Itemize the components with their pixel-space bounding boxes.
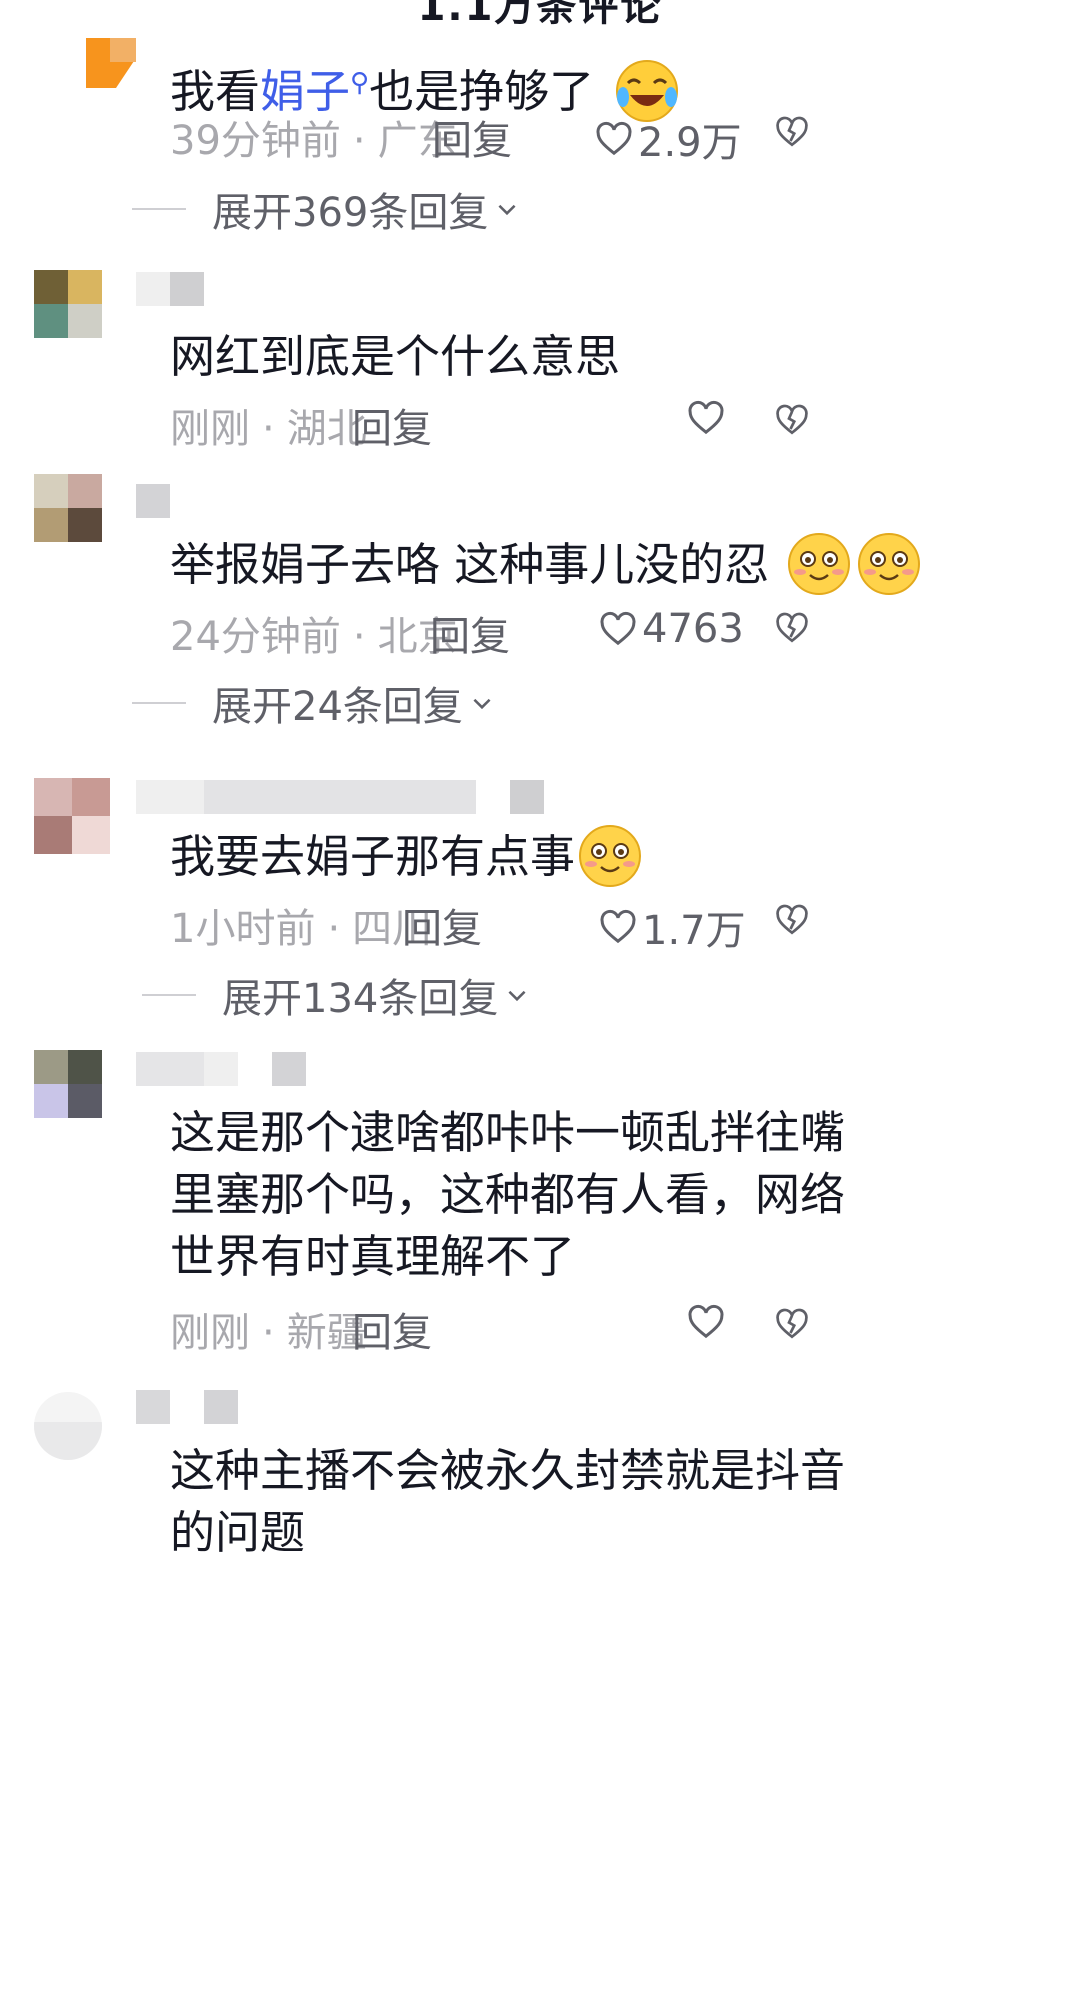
comment-meta: 24分钟前 · 北京: [170, 614, 458, 660]
broken-heart-icon: [776, 904, 808, 935]
comment-time: 1小时前: [170, 906, 316, 952]
reply-button[interactable]: 回复: [352, 396, 432, 454]
like-button[interactable]: [686, 398, 730, 438]
username-blurred[interactable]: [136, 1390, 238, 1424]
heart-outline-icon: [688, 400, 724, 435]
divider: [132, 702, 186, 704]
username-blurred[interactable]: [136, 272, 204, 306]
like-button[interactable]: 4763: [598, 606, 744, 652]
blushing-smile-emoji: [579, 825, 642, 887]
comment-meta: 刚刚 · 湖北: [170, 406, 367, 452]
avatar[interactable]: [34, 1392, 102, 1460]
reply-button[interactable]: 回复: [432, 108, 512, 166]
comment-item: 举报娟子去咯 这种事儿没的忍 24分钟前 · 北京 回复 4763 展开24条回复: [0, 474, 1080, 744]
username-blurred[interactable]: [136, 1052, 306, 1086]
expand-replies-button[interactable]: 展开134条回复: [142, 966, 530, 1024]
dislike-button[interactable]: [774, 402, 810, 438]
heart-outline-icon: [600, 611, 636, 646]
blushing-smile-emoji: [787, 533, 850, 595]
avatar[interactable]: [34, 778, 110, 854]
username-blurred[interactable]: [136, 780, 544, 814]
dislike-button[interactable]: [774, 114, 810, 150]
blushing-smile-emoji: [857, 533, 920, 595]
comment-time: 39分钟前: [170, 118, 341, 164]
chevron-down-icon: [498, 204, 516, 216]
heart-outline-icon: [600, 909, 636, 944]
comments-count-title: 1.1万条评论: [417, 0, 663, 30]
heart-outline-icon: [688, 1304, 724, 1339]
comment-meta: 1小时前 · 四川: [170, 906, 433, 952]
like-count: 4763: [642, 606, 744, 652]
comment-item: 我看娟子⚲也是挣够了 39分钟前 · 广东 回复 2.9万 展开369条回复: [0, 30, 1080, 290]
broken-heart-icon: [776, 612, 808, 643]
dislike-button[interactable]: [774, 1306, 810, 1342]
comment-item: 网红到底是个什么意思 刚刚 · 湖北 回复: [0, 268, 1080, 468]
like-button[interactable]: [686, 1302, 730, 1342]
divider: [142, 994, 196, 996]
broken-heart-icon: [776, 404, 808, 435]
comment-time: 刚刚: [170, 406, 250, 452]
dislike-button[interactable]: [774, 902, 810, 938]
like-count: 2.9万: [638, 120, 742, 166]
search-icon: ⚲: [350, 68, 370, 98]
avatar[interactable]: [34, 474, 102, 542]
comment-meta: 39分钟前 · 广东: [170, 118, 458, 164]
broken-heart-icon: [776, 1308, 808, 1339]
divider: [132, 208, 186, 210]
avatar[interactable]: [34, 270, 102, 338]
expand-replies-button[interactable]: 展开369条回复: [132, 180, 520, 238]
chevron-down-icon: [473, 698, 491, 710]
comment-text: 这种主播不会被永久封禁就是抖音的问题: [170, 1444, 846, 1559]
comment-text: 这是那个逮啥都咔咔一顿乱拌往嘴里塞那个吗，这种都有人看，网络世界有时真理解不了: [170, 1106, 846, 1283]
comment-time: 刚刚: [170, 1310, 250, 1356]
reply-button[interactable]: 回复: [352, 1300, 432, 1358]
comment-text: 举报娟子去咯 这种事儿没的忍: [170, 526, 1030, 604]
comment-text: 网红到底是个什么意思: [170, 330, 621, 383]
username-blurred[interactable]: [136, 484, 170, 518]
comment-time: 24分钟前: [170, 614, 341, 660]
expand-replies-button[interactable]: 展开24条回复: [132, 674, 495, 732]
comment-item: 这是那个逮啥都咔咔一顿乱拌往嘴里塞那个吗，这种都有人看，网络世界有时真理解不了 …: [0, 1050, 1080, 1370]
like-count: 1.7万: [642, 908, 746, 954]
reply-button[interactable]: 回复: [402, 896, 482, 954]
like-button[interactable]: 1.7万: [598, 898, 746, 956]
chevron-down-icon: [508, 990, 526, 1002]
avatar[interactable]: [86, 38, 136, 88]
comment-item: 这种主播不会被永久封禁就是抖音的问题: [0, 1386, 1080, 1576]
heart-outline-icon: [596, 121, 632, 156]
reply-button[interactable]: 回复: [430, 604, 510, 662]
like-button[interactable]: 2.9万: [594, 110, 742, 168]
comment-meta: 刚刚 · 新疆: [170, 1310, 367, 1356]
broken-heart-icon: [776, 116, 808, 147]
dislike-button[interactable]: [774, 610, 810, 646]
comment-text: 我要去娟子那有点事: [170, 818, 1030, 896]
comment-item: 我要去娟子那有点事 1小时前 · 四川 回复 1.7万 展开134条回复: [0, 766, 1080, 1036]
avatar[interactable]: [34, 1050, 102, 1118]
